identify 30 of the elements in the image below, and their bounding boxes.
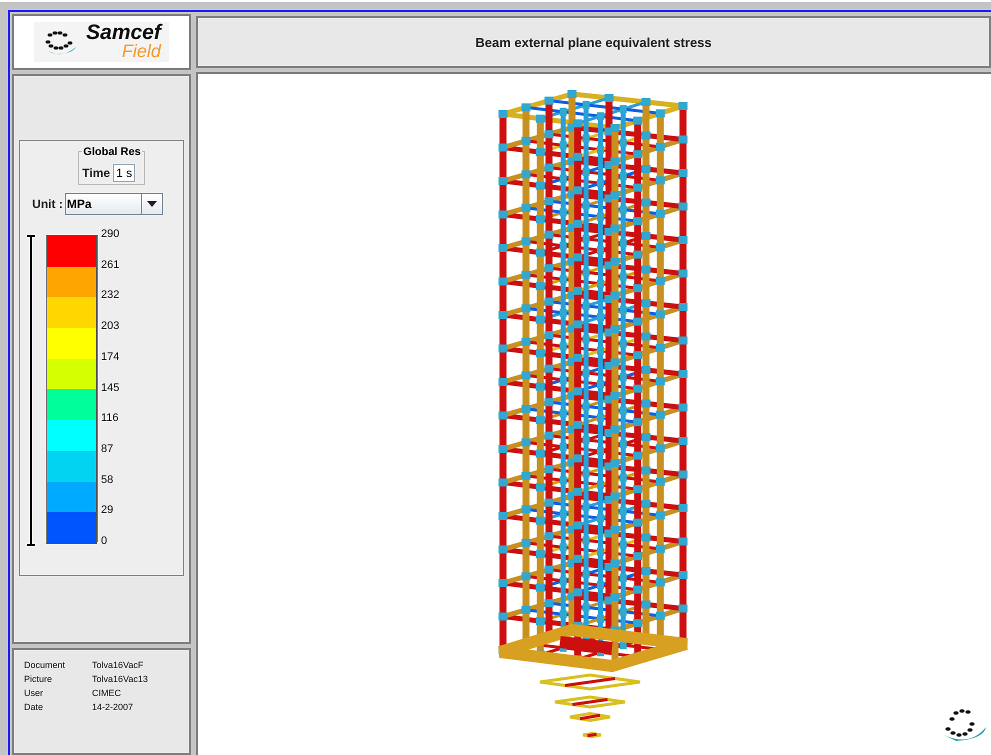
info-label: Picture — [24, 673, 54, 686]
scale-value: 203 — [101, 320, 120, 332]
scale-value: 261 — [101, 258, 120, 271]
scale-value: 145 — [101, 382, 120, 394]
dropdown-arrow-icon — [146, 201, 157, 207]
time-label: Time — [82, 166, 110, 180]
logo-name: Samcef — [86, 24, 161, 42]
scale-value: 58 — [101, 474, 114, 486]
range-bar-icon — [26, 235, 36, 546]
info-label: User — [24, 687, 44, 700]
scale-value: 0 — [101, 535, 108, 547]
info-value: Tolva16Vac13 — [92, 673, 148, 686]
time-field[interactable]: 1 s — [113, 164, 136, 182]
scale-value: 29 — [101, 504, 114, 516]
scale-value: 87 — [101, 442, 114, 455]
info-label: Date — [24, 701, 44, 714]
info-value: Tolva16VacF — [92, 659, 144, 672]
logo-product: Field — [122, 42, 161, 60]
info-value: CIMEC — [92, 687, 121, 700]
scale-value: 290 — [101, 228, 120, 240]
scale-value: 174 — [101, 350, 120, 363]
unit-dropdown[interactable]: MPa — [64, 193, 163, 215]
info-label: Document — [24, 659, 66, 672]
info-value: 14-2-2007 — [92, 701, 134, 714]
plot-title: Beam external plane equivalent stress — [475, 34, 712, 50]
scale-value: 116 — [101, 412, 119, 424]
group-label: Global Res — [82, 146, 142, 158]
unit-label: Unit : — [32, 197, 63, 211]
scale-value: 232 — [101, 289, 120, 302]
logo-icon — [944, 709, 986, 741]
